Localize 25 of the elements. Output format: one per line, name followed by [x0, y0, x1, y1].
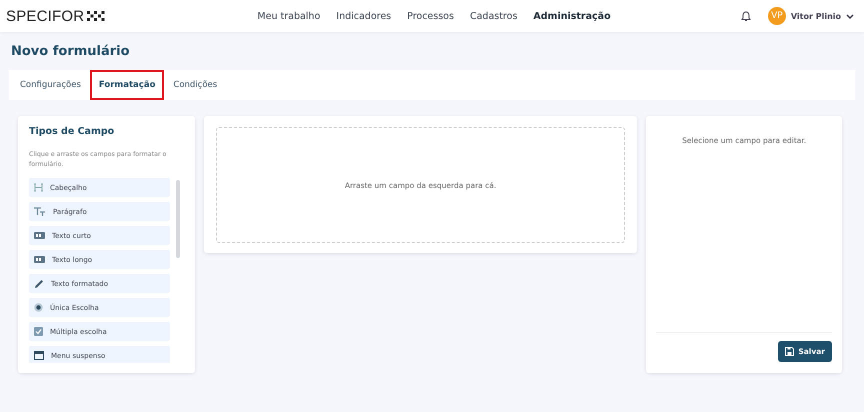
input-field-icon: [34, 232, 45, 240]
input-field-icon: [34, 256, 45, 264]
nav-link[interactable]: Processos: [407, 10, 454, 22]
page-title: Novo formulário: [11, 44, 131, 61]
radio-icon: [34, 303, 43, 312]
user-name[interactable]: Vitor Plinio: [790, 12, 841, 20]
nav-link[interactable]: Meu trabalho: [257, 10, 320, 22]
scrollbar[interactable]: [176, 180, 180, 258]
nav-link[interactable]: Indicadores: [336, 10, 392, 22]
save-icon: [785, 347, 794, 356]
heading-icon: [34, 183, 43, 192]
notification-bell-icon[interactable]: [740, 10, 751, 22]
chevron-down-icon[interactable]: [846, 14, 854, 18]
nav-link[interactable]: Cadastros: [470, 10, 518, 22]
checkbox-icon: [34, 327, 43, 336]
tab[interactable]: Condições: [164, 70, 226, 100]
nav-link[interactable]: Administração: [533, 10, 611, 22]
dropdown-icon: [34, 351, 44, 360]
text-size-icon: [34, 207, 46, 216]
tab[interactable]: Formatação: [90, 70, 164, 100]
logo-icon: [87, 11, 106, 21]
panel-title: Tipos de Campo: [29, 126, 116, 137]
tab[interactable]: Configurações: [11, 70, 90, 100]
logo-text: SPECIFOR: [6, 8, 84, 24]
pencil-icon: [34, 278, 44, 289]
